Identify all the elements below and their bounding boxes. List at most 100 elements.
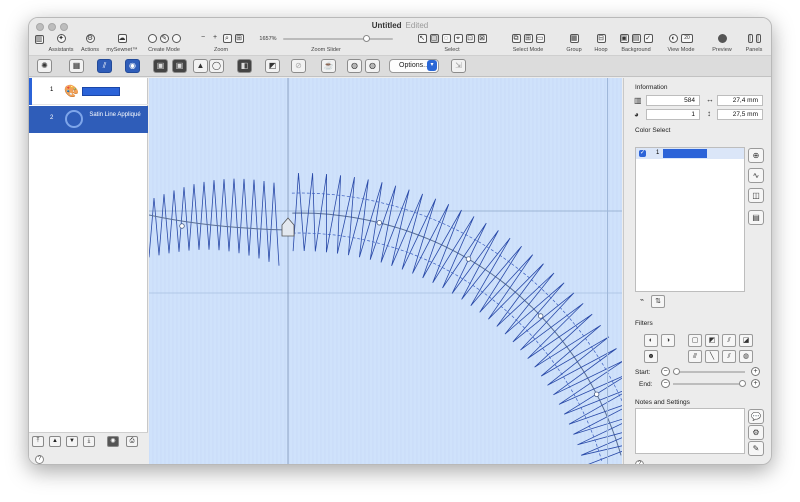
actions-button[interactable]: ⚙ Actions: [77, 31, 103, 55]
pot-icon[interactable]: ☕: [321, 59, 336, 73]
color-sort-icon[interactable]: ⇅: [651, 295, 665, 308]
color-checkbox[interactable]: ✓: [639, 150, 646, 157]
start-slider-knob[interactable]: [673, 368, 680, 375]
filter-type-c-icon[interactable]: ⫽: [722, 334, 736, 347]
zoom-slider-group: 1657% Zoom Slider: [251, 31, 401, 55]
pointer-icon[interactable]: ↖: [417, 34, 427, 43]
add-color-icon[interactable]: ⊕: [748, 148, 764, 163]
shapes-icon[interactable]: ▲: [193, 59, 208, 73]
bobbin-icon[interactable]: ◫: [748, 188, 764, 203]
filter-users-icon[interactable]: ☻: [644, 350, 658, 363]
fill-pattern-icon[interactable]: ▦: [69, 59, 84, 73]
wand-icon: ✦: [56, 34, 66, 43]
filter-type-g-icon[interactable]: ⫽: [722, 350, 736, 363]
width-field: 27,4 mm: [717, 95, 763, 106]
list-item[interactable]: 1 🎨: [29, 78, 148, 105]
select-mode-a-icon[interactable]: ⧉: [511, 34, 521, 43]
stamp-icon[interactable]: ▣: [153, 59, 168, 73]
outline-icon[interactable]: ◯: [209, 59, 224, 73]
start-slider[interactable]: [673, 368, 745, 375]
filter-type-f-icon[interactable]: ╲: [705, 350, 719, 363]
hoop-button[interactable]: ⊟ Hoop: [590, 31, 612, 55]
design-canvas[interactable]: [149, 78, 622, 464]
color-count-icon: ◕: [634, 110, 639, 119]
view-mode-group: ◐ 20 View Mode: [659, 31, 703, 55]
edit-pencil-icon[interactable]: ✎: [748, 441, 764, 456]
start-increment-icon[interactable]: +: [751, 367, 760, 376]
move-to-bottom-icon[interactable]: ⤓: [83, 436, 95, 447]
stitch-drawing: [149, 78, 622, 464]
color-tools-icon[interactable]: ⌁: [635, 295, 649, 308]
end-label: End:: [639, 381, 653, 388]
start-decrement-icon[interactable]: −: [661, 367, 670, 376]
move-down-icon[interactable]: ▼: [66, 436, 78, 447]
end-slider-knob[interactable]: [739, 380, 746, 387]
circle-icon[interactable]: [171, 34, 181, 43]
zoom-in-icon[interactable]: +: [211, 34, 220, 43]
point-select-icon[interactable]: ⌖: [453, 34, 463, 43]
pen-icon[interactable]: ✎: [159, 34, 169, 43]
color-number: 1: [656, 150, 660, 156]
export-object-icon[interactable]: ⎙: [126, 436, 138, 447]
options-dropdown-icon[interactable]: ▾: [427, 60, 437, 71]
view-realistic-icon[interactable]: ◐: [669, 34, 678, 43]
box-select-icon[interactable]: ▢: [429, 34, 439, 43]
filter-type-e-icon[interactable]: ⫻: [688, 350, 702, 363]
invert-select-icon[interactable]: ⊠: [477, 34, 487, 43]
panels-button[interactable]: | | Panels: [739, 31, 769, 55]
thread-a-icon[interactable]: ◍: [347, 59, 362, 73]
move-up-icon[interactable]: ▲: [49, 436, 61, 447]
color-row[interactable]: ✓ 1: [636, 148, 744, 159]
tool-h-icon[interactable]: ◧: [237, 59, 252, 73]
stamp-alt-icon[interactable]: ▣: [172, 59, 187, 73]
applique-icon[interactable]: ◉: [125, 59, 140, 73]
satin-line-icon[interactable]: ⫽: [97, 59, 112, 73]
thread-icon[interactable]: ∿: [748, 168, 764, 183]
end-increment-icon[interactable]: +: [751, 379, 760, 388]
filter-show-icon[interactable]: ◑: [661, 334, 675, 347]
sidebar-toggle-button[interactable]: ▥: [33, 32, 45, 56]
lasso-icon[interactable]: ◌: [441, 34, 451, 43]
filter-type-h-icon[interactable]: ◍: [739, 350, 753, 363]
object-index: 1: [50, 87, 54, 93]
help-icon[interactable]: ?: [35, 455, 44, 464]
end-slider[interactable]: [673, 380, 746, 387]
notes-area[interactable]: [635, 408, 745, 454]
book-icon: ▥: [34, 35, 44, 44]
move-to-top-icon[interactable]: ⤒: [32, 436, 44, 447]
freehand-icon[interactable]: [147, 34, 157, 43]
palette-icon[interactable]: ✺: [37, 59, 52, 73]
select-mode-b-icon[interactable]: ⊞: [523, 34, 533, 43]
actions-label: Actions: [80, 47, 100, 53]
list-item[interactable]: 2 Satin Line Appliqué: [29, 106, 148, 133]
background-image-icon[interactable]: ▣: [619, 34, 629, 43]
zoom-fit-icon[interactable]: ⊞: [234, 34, 244, 43]
background-grid-icon[interactable]: ▤: [631, 34, 641, 43]
settings-gear-icon[interactable]: ⚙: [748, 425, 764, 440]
filter-type-b-icon[interactable]: ◩: [705, 334, 719, 347]
zoom-slider-knob[interactable]: [362, 34, 370, 42]
thread-b-icon[interactable]: ◍: [365, 59, 380, 73]
zoom-to-rect-icon[interactable]: ⌕: [222, 34, 232, 43]
view-mode-number[interactable]: 20: [681, 34, 693, 43]
zoom-slider[interactable]: [282, 34, 393, 42]
tool-i-icon[interactable]: ◩: [265, 59, 280, 73]
select-all-icon[interactable]: ⊡: [465, 34, 475, 43]
comment-icon[interactable]: 💬: [748, 409, 764, 424]
filter-type-a-icon[interactable]: ▢: [688, 334, 702, 347]
assistants-button[interactable]: ✦ Assistants: [45, 31, 77, 55]
visibility-icon[interactable]: ◉: [107, 436, 119, 447]
background-check-icon[interactable]: ✓: [643, 34, 653, 43]
select-mode-c-icon[interactable]: ▭: [535, 34, 545, 43]
thread-chart-icon[interactable]: ▤: [748, 210, 764, 225]
filter-type-d-icon[interactable]: ◪: [739, 334, 753, 347]
zoom-out-icon[interactable]: −: [199, 34, 208, 43]
help-icon[interactable]: ?: [635, 460, 644, 464]
mysewnet-label: mySewnet™: [106, 47, 138, 53]
group-button[interactable]: ▦ Group: [562, 31, 586, 55]
mysewnet-button[interactable]: ☁ mySewnet™: [104, 31, 140, 55]
create-mode-label: Create Mode: [148, 47, 180, 53]
filter-hide-icon[interactable]: ◐: [644, 334, 658, 347]
preview-button[interactable]: Preview: [707, 31, 737, 55]
end-decrement-icon[interactable]: −: [661, 379, 670, 388]
